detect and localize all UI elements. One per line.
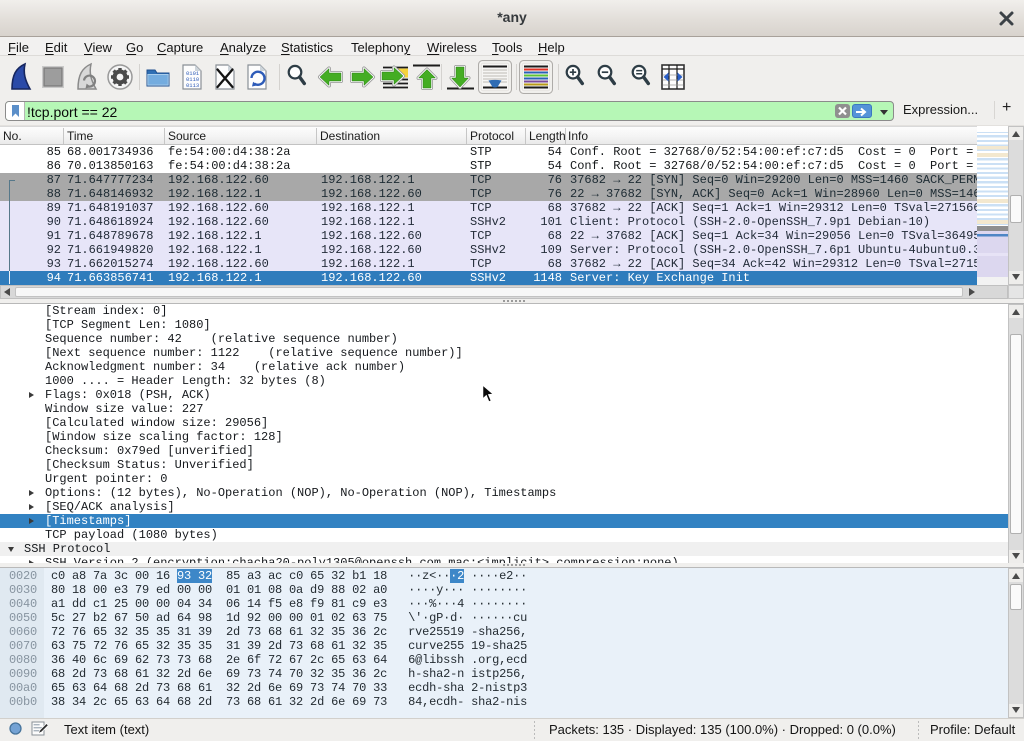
svg-text:0113: 0113 bbox=[186, 82, 199, 89]
